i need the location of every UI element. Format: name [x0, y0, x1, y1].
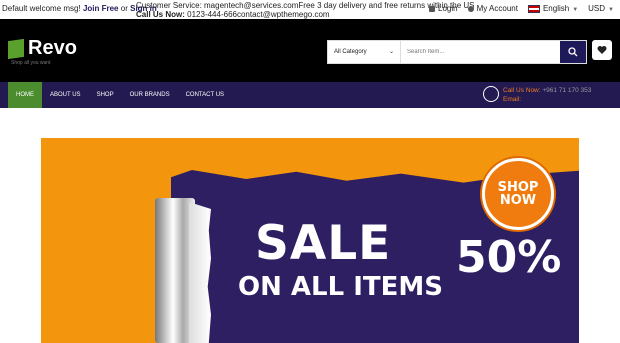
nav-call-label: Call Us Now: [503, 87, 541, 94]
nav-shop[interactable]: SHOP [89, 82, 122, 108]
nav-call-value: +961 71 170 353 [542, 87, 592, 94]
account-links: Login My Account English ▼ USD ▼ [429, 4, 614, 13]
chevron-down-icon: ▼ [572, 7, 579, 13]
search-bar: All Category ⌄ [327, 40, 587, 64]
lock-icon [429, 5, 436, 12]
logo[interactable]: Revo Shop all you want [8, 37, 77, 66]
banner-discount-text: 50% [456, 232, 562, 283]
welcome-text: Default welcome msg! [2, 4, 81, 13]
top-bar: Default welcome msg! Join Free or Sign i… [0, 0, 620, 19]
logo-name: Revo [28, 37, 77, 59]
nav-our-brands[interactable]: OUR BRANDS [122, 82, 178, 108]
or-text: or [120, 4, 128, 13]
category-select[interactable]: All Category ⌄ [328, 41, 401, 63]
sale-banner[interactable]: SALE ON ALL ITEMS 50% SHOP NOW [41, 138, 579, 343]
join-free-link[interactable]: Join Free [83, 4, 119, 13]
customer-service-info: Customer Service: magentech@services.com… [136, 1, 474, 19]
user-icon [467, 5, 474, 12]
logo-tagline: Shop all you want [11, 60, 51, 66]
site-header: Revo Shop all you want All Category ⌄ [0, 19, 620, 82]
login-label: Login [438, 4, 458, 13]
nav-contact-info: Call Us Now: +961 71 170 353 Email: [483, 86, 591, 104]
customer-service-text: Customer Service: magentech@services.com… [136, 1, 475, 10]
category-label: All Category [334, 49, 367, 55]
search-icon [568, 47, 578, 57]
logo-mark-icon [8, 38, 24, 59]
flag-icon [527, 4, 540, 13]
shop-now-badge[interactable]: SHOP NOW [482, 158, 554, 230]
call-label: Call Us Now: [136, 10, 185, 19]
currency-label: USD [588, 4, 606, 13]
chevron-down-icon: ⌄ [388, 49, 394, 55]
login-link[interactable]: Login [429, 4, 458, 13]
nav-contact-us[interactable]: CONTACT US [178, 82, 232, 108]
nav-home[interactable]: HOME [8, 82, 42, 108]
paper-tear-graphic [189, 202, 211, 343]
banner-on-all-items-text: ON ALL ITEMS [238, 272, 443, 302]
headset-icon [483, 86, 499, 102]
language-selector[interactable]: English ▼ [527, 4, 579, 13]
chevron-down-icon: ▼ [608, 7, 614, 13]
welcome-message: Default welcome msg! Join Free or Sign i… [2, 4, 157, 13]
banner-sale-text: SALE [255, 216, 392, 271]
call-value: 0123-444-666contact@wpthemego.com [187, 10, 330, 19]
language-label: English [542, 4, 570, 13]
my-account-link[interactable]: My Account [467, 4, 518, 13]
wishlist-button[interactable] [592, 40, 612, 60]
heart-icon [597, 46, 607, 54]
currency-selector[interactable]: USD ▼ [588, 4, 614, 13]
shop-now-line2: NOW [499, 193, 537, 208]
search-button[interactable] [560, 41, 586, 63]
nav-email-label: Email: [503, 96, 522, 103]
search-input[interactable] [401, 41, 560, 63]
nav-about-us[interactable]: ABOUT US [42, 82, 89, 108]
main-navigation: HOME ABOUT US SHOP OUR BRANDS CONTACT US… [0, 82, 620, 108]
my-account-label: My Account [476, 4, 518, 13]
